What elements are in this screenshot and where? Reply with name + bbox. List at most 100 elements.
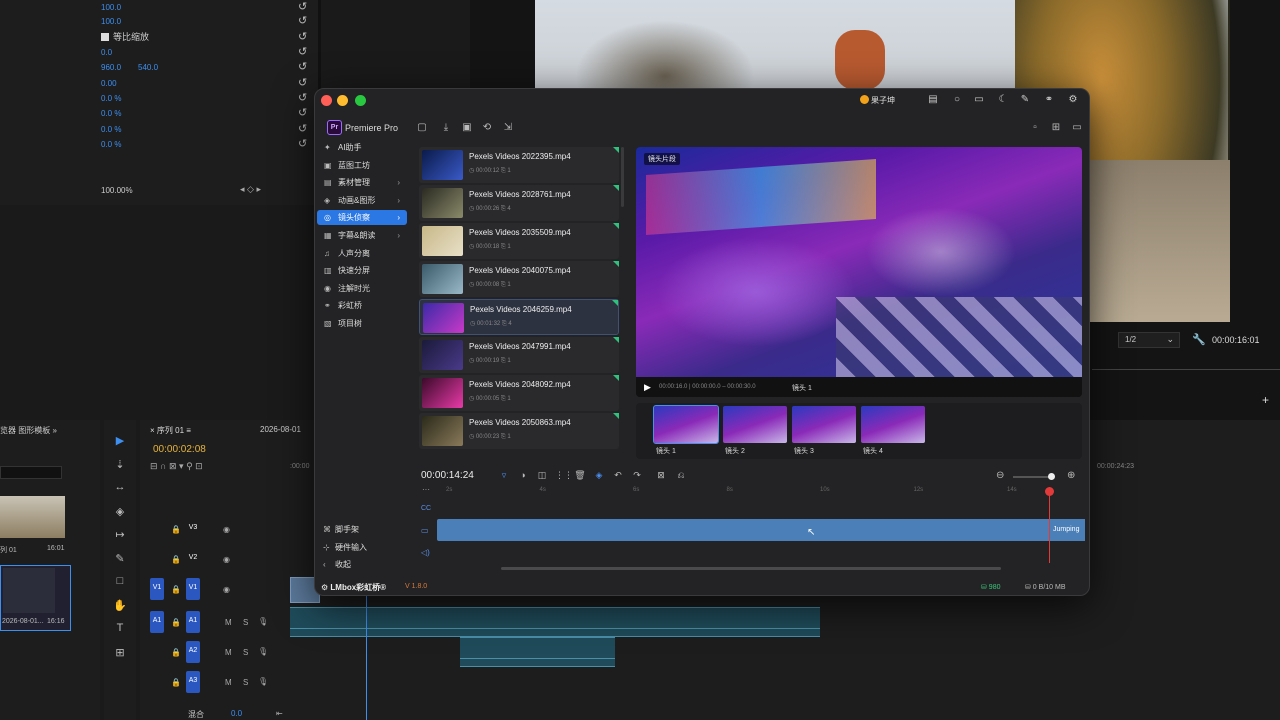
effect-value[interactable]: 0.00 — [101, 79, 117, 88]
export-icon[interactable]: ⇲ — [502, 122, 514, 133]
video-list-item[interactable]: Pexels Videos 2048092.mp4 ◷ 00:00:05 ⎘ 1 — [419, 375, 619, 411]
magnet-icon[interactable]: ◈ — [593, 470, 605, 481]
reset-icon[interactable]: ↺ — [298, 106, 307, 119]
pin-icon[interactable]: ✎ — [1018, 94, 1032, 105]
effect-value[interactable]: 960.0 — [101, 63, 121, 72]
lock-icon[interactable]: 🔒 — [171, 525, 181, 534]
video-list-item[interactable]: Pexels Videos 2050863.mp4 ◷ 00:00:23 ⎘ 1 — [419, 413, 619, 449]
sidebar-item[interactable]: ▦ 字幕&朗读 › — [317, 228, 407, 243]
razor-icon[interactable]: ◈ — [113, 505, 127, 518]
program-scrubber[interactable] — [1092, 362, 1280, 370]
snap-icon[interactable]: ⎌ — [675, 470, 687, 481]
eye-icon[interactable]: ◉ — [223, 525, 230, 534]
reset-icon[interactable]: ↺ — [298, 0, 307, 13]
pen-icon[interactable]: ✎ — [113, 552, 127, 565]
eye-icon[interactable]: ◉ — [223, 585, 230, 594]
keyframe-nav[interactable]: ◂ ◇ ▸ — [240, 184, 261, 195]
effect-value[interactable]: 0.0 % — [101, 125, 121, 134]
sidebar-item[interactable]: ▤ 素材管理 › — [317, 175, 407, 190]
shot-thumb[interactable]: 镜头 4 — [861, 406, 925, 456]
trim-icon[interactable]: ⋮⋮ — [555, 470, 573, 481]
mute-button[interactable]: M — [225, 618, 232, 627]
audio-clip-a1[interactable] — [290, 607, 820, 637]
video-list-item[interactable]: Pexels Videos 2035509.mp4 ◷ 00:00:18 ⎘ 1 — [419, 223, 619, 259]
more-icon[interactable]: ··· — [422, 485, 430, 494]
effect-value[interactable]: 0.0 % — [101, 140, 121, 149]
effect-value[interactable]: 0.0 % — [101, 109, 121, 118]
mic-icon[interactable]: 🎙 — [258, 647, 268, 656]
timeline-tools[interactable]: ⊟ ∩ ⊠ ▾ ⚲ ⊡ — [150, 461, 203, 472]
track-label[interactable]: V2 — [186, 548, 200, 570]
grid-icon[interactable]: ▢ — [416, 122, 428, 133]
edit-clip[interactable] — [437, 519, 1083, 541]
import-icon[interactable]: ⤓ — [440, 122, 452, 133]
eye-icon[interactable]: ◉ — [223, 555, 230, 564]
v1-source-patch[interactable]: V1 — [150, 578, 164, 600]
close-window-button[interactable] — [321, 95, 332, 106]
marker-icon[interactable]: ▿ — [498, 470, 510, 481]
lock-icon[interactable]: 🔒 — [171, 585, 181, 594]
sidebar-item[interactable]: ▣ 蓝图工坊 — [317, 158, 407, 173]
delete-icon[interactable]: 🗑 — [574, 470, 586, 481]
wrench-icon[interactable]: 🔧 — [1192, 333, 1206, 346]
edit-playhead-handle[interactable] — [1045, 487, 1054, 496]
video-list-item[interactable]: Pexels Videos 2046259.mp4 ◷ 00:01:32 ⎘ 4 — [419, 299, 619, 335]
sidebar-item[interactable]: ▥ 快速分屏 — [317, 263, 407, 278]
track-label[interactable]: V3 — [186, 518, 200, 540]
reset-icon[interactable]: ↺ — [298, 60, 307, 73]
sidebar-item[interactable]: ◉ 注解时光 — [317, 281, 407, 296]
bottom-nav-item[interactable]: ‹ 收起 — [323, 559, 351, 570]
program-zoom-select[interactable]: 1/2 ⌄ — [1118, 332, 1180, 348]
a1-source-patch[interactable]: A1 — [150, 611, 164, 633]
sidebar-item[interactable]: ♫ 人声分离 — [317, 246, 407, 261]
sync-icon[interactable]: ⟲ — [481, 122, 493, 133]
lock-icon[interactable]: 🔒 — [171, 648, 181, 657]
solo-button[interactable]: S — [243, 678, 248, 687]
video-list-item[interactable]: Pexels Videos 2047991.mp4 ◷ 00:00:19 ⎘ 1 — [419, 337, 619, 373]
save-icon[interactable]: ▫ — [1029, 122, 1041, 133]
edit-ruler[interactable]: 2s 4s 6s 8s 10s 12s 14s — [437, 487, 1087, 497]
zoom-slider[interactable] — [1013, 476, 1053, 478]
mute-button[interactable]: M — [225, 678, 232, 687]
reset-icon[interactable]: ↺ — [298, 45, 307, 58]
edit-timecode[interactable]: 00:00:14:24 — [421, 470, 474, 481]
hand-icon[interactable]: ✋ — [113, 599, 127, 612]
track-label[interactable]: A1 — [186, 611, 200, 633]
zoom-slider-handle[interactable] — [1048, 473, 1055, 480]
solo-button[interactable]: S — [243, 648, 248, 657]
sidebar-item[interactable]: ▧ 项目树 — [317, 316, 407, 331]
sidebar-item[interactable]: ◈ 动画&图形 › — [317, 193, 407, 208]
track-label[interactable]: A2 — [186, 641, 200, 663]
audio-track-icon[interactable]: ◁) — [421, 548, 430, 557]
mic-icon[interactable]: 🎙 — [258, 677, 268, 686]
reset-icon[interactable]: ↺ — [298, 137, 307, 150]
checkbox-icon[interactable] — [101, 33, 109, 41]
split-icon[interactable]: ◫ — [536, 470, 548, 481]
bottom-nav-item[interactable]: ⊹ 硬件输入 — [323, 542, 367, 553]
tab-sequence-01[interactable]: × 序列 01 ≡ — [150, 425, 191, 436]
caption-track-icon[interactable]: CC — [421, 505, 431, 512]
project-item-thumb[interactable] — [0, 496, 65, 538]
app-name[interactable]: Premiere Pro — [345, 123, 398, 133]
undo-icon[interactable]: ↶ — [612, 470, 624, 481]
video-list-item[interactable]: Pexels Videos 2040075.mp4 ◷ 00:00:08 ⎘ 1 — [419, 261, 619, 297]
settings-icon[interactable]: ⚙ — [1066, 94, 1080, 105]
sidebar-item[interactable]: ◎ 镜头侦察 › — [317, 210, 407, 226]
maximize-window-button[interactable] — [355, 95, 366, 106]
solo-button[interactable]: S — [243, 618, 248, 627]
moon-icon[interactable]: ☾ — [996, 94, 1010, 105]
lock-icon[interactable]: 🔒 — [171, 555, 181, 564]
ripple-edit-icon[interactable]: ↔ — [113, 481, 127, 493]
project-tabs[interactable]: 览器 图形模板 » — [0, 425, 57, 436]
link-icon[interactable]: ⚭ — [1042, 94, 1056, 105]
caption-icon[interactable]: ⊞ — [113, 646, 127, 659]
video-list-item[interactable]: Pexels Videos 2022395.mp4 ◷ 00:00:12 ⎘ 1 — [419, 147, 619, 183]
reset-icon[interactable]: ↺ — [298, 14, 307, 27]
effect-value[interactable]: 100.0 — [101, 17, 121, 26]
clip-jumping[interactable]: Jumping — [1049, 519, 1085, 541]
reset-icon[interactable]: ↺ — [298, 30, 307, 43]
mute-button[interactable]: M — [225, 648, 232, 657]
ripple-icon[interactable]: ◑ — [517, 470, 529, 480]
zoom-out-icon[interactable]: ⊖ — [996, 470, 1004, 481]
redo-icon[interactable]: ↷ — [631, 470, 643, 481]
